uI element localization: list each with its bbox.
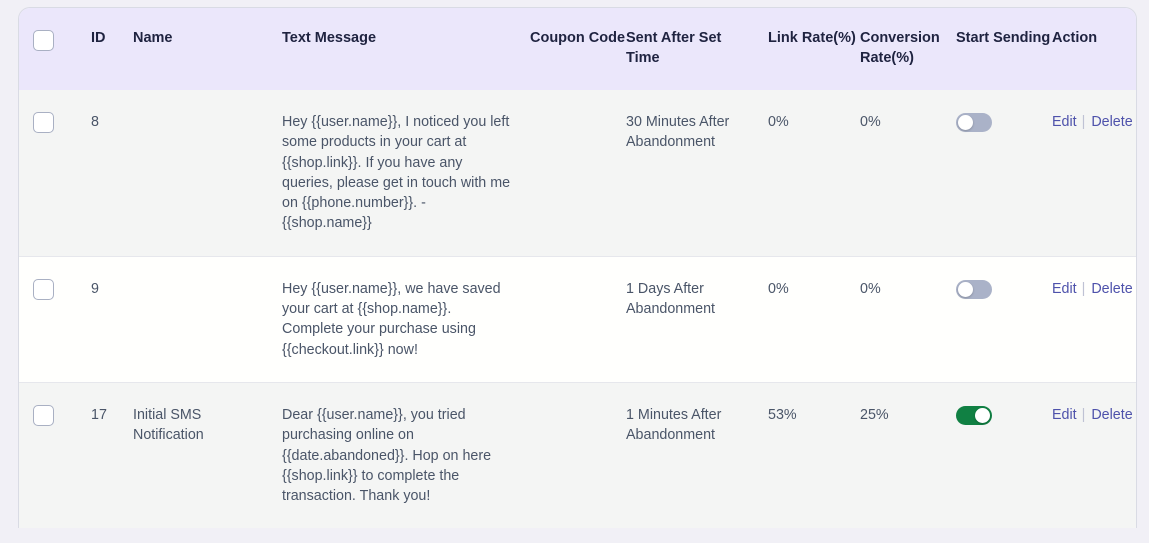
cell-action: Edit | Delete [1052, 255, 1136, 383]
cell-id: 8 [91, 90, 133, 257]
cell-id: 17 [91, 381, 133, 529]
column-header-link-rate: Link Rate(%) [768, 8, 860, 90]
toggle-knob [958, 114, 973, 130]
row-actions: Edit | Delete [1052, 281, 1133, 297]
start-sending-toggle[interactable] [956, 279, 992, 299]
cell-text-message: Hey {{user.name}}, I noticed you left so… [282, 90, 530, 257]
delete-link[interactable]: Delete [1091, 114, 1132, 130]
start-sending-toggle[interactable] [956, 405, 992, 425]
cell-sent-after-set-time-text: 1 Days After Abandonment [626, 280, 716, 318]
edit-link[interactable]: Edit [1052, 114, 1077, 130]
cell-start-sending [956, 90, 1052, 257]
sms-campaign-table: ID Name Text Message Coupon Code Sent Af… [19, 8, 1136, 529]
cell-id-text: 9 [91, 280, 99, 297]
cell-sent-after-set-time: 1 Days After Abandonment [626, 255, 768, 383]
cell-coupon-code [530, 255, 626, 383]
action-separator: | [1081, 406, 1086, 423]
column-header-coupon-code: Coupon Code [530, 8, 626, 90]
toggle-knob [975, 407, 990, 423]
row-actions: Edit | Delete [1052, 407, 1133, 423]
cell-text-message: Hey {{user.name}}, we have saved your ca… [282, 255, 530, 383]
cell-sent-after-set-time-text: 1 Minutes After Abandonment [626, 406, 722, 444]
cell-link-rate: 0% [768, 90, 860, 257]
cell-link-rate: 0% [768, 255, 860, 383]
column-header-id: ID [91, 8, 133, 90]
action-separator: | [1081, 280, 1086, 297]
cell-name-text: Initial SMS Notification [133, 406, 204, 444]
cell-name [133, 90, 282, 257]
cell-id-text: 8 [91, 114, 99, 130]
cell-sent-after-set-time: 1 Minutes After Abandonment [626, 381, 768, 529]
table-row: 9 Hey {{user.name}}, we have saved your c… [19, 255, 1136, 383]
cell-link-rate-text: 53% [768, 406, 797, 423]
cell-text-message-text: Hey {{user.name}}, I noticed you left so… [282, 114, 511, 232]
cell-text-message: Dear {{user.name}}, you tried purchasing… [282, 381, 530, 529]
action-separator: | [1081, 114, 1086, 130]
column-header-sent-after-set-time: Sent After Set Time [626, 8, 768, 90]
column-header-select-all [19, 8, 91, 90]
delete-link[interactable]: Delete [1091, 281, 1132, 297]
cell-link-rate-text: 0% [768, 280, 789, 297]
cell-sent-after-set-time-text: 30 Minutes After Abandonment [626, 114, 730, 151]
cell-link-rate: 53% [768, 381, 860, 529]
cell-action: Edit | Delete [1052, 90, 1136, 257]
row-select-checkbox[interactable] [33, 278, 54, 300]
select-all-checkbox[interactable] [33, 30, 54, 51]
cell-link-rate-text: 0% [768, 114, 789, 130]
column-header-text-message: Text Message [282, 8, 530, 90]
row-select-cell [19, 90, 91, 257]
cell-id-text: 17 [91, 406, 107, 423]
cell-conversion-rate: 0% [860, 90, 956, 257]
row-select-checkbox[interactable] [33, 112, 54, 133]
cell-conversion-rate: 25% [860, 381, 956, 529]
cell-coupon-code [530, 90, 626, 257]
column-header-start-sending: Start Sending [956, 8, 1052, 90]
cell-name [133, 255, 282, 383]
start-sending-toggle[interactable] [956, 112, 992, 132]
cell-id: 9 [91, 255, 133, 383]
cell-conversion-rate: 0% [860, 255, 956, 383]
cell-action: Edit | Delete [1052, 381, 1136, 529]
cell-conversion-rate-text: 0% [860, 114, 881, 130]
delete-link[interactable]: Delete [1091, 407, 1132, 423]
column-header-action: Action [1052, 8, 1136, 90]
cell-text-message-text: Hey {{user.name}}, we have saved your ca… [282, 280, 501, 358]
toggle-knob [958, 281, 973, 297]
cell-start-sending [956, 255, 1052, 383]
edit-link[interactable]: Edit [1052, 281, 1077, 297]
table-header-row: ID Name Text Message Coupon Code Sent Af… [19, 8, 1136, 90]
row-select-checkbox[interactable] [33, 404, 54, 426]
cell-sent-after-set-time: 30 Minutes After Abandonment [626, 90, 768, 257]
column-header-name: Name [133, 8, 282, 90]
table-body: 8 Hey {{user.name}}, I noticed you left s… [19, 90, 1136, 529]
table-row: 8 Hey {{user.name}}, I noticed you left s… [19, 90, 1136, 257]
cell-start-sending [956, 381, 1052, 529]
table-header: ID Name Text Message Coupon Code Sent Af… [19, 8, 1136, 90]
edit-link[interactable]: Edit [1052, 407, 1077, 423]
sms-campaign-table-card: ID Name Text Message Coupon Code Sent Af… [18, 7, 1137, 529]
table-row: 17 Initial SMS Notification Dear {{user.na… [19, 381, 1136, 529]
row-actions: Edit | Delete [1052, 114, 1133, 130]
cell-name: Initial SMS Notification [133, 381, 282, 529]
cell-coupon-code [530, 381, 626, 529]
cell-text-message-text: Dear {{user.name}}, you tried purchasing… [282, 406, 492, 505]
row-select-cell [19, 381, 91, 529]
cell-conversion-rate-text: 0% [860, 280, 881, 297]
column-header-conversion-rate: Conversion Rate(%) [860, 8, 956, 90]
row-select-cell [19, 255, 91, 383]
cell-conversion-rate-text: 25% [860, 406, 889, 423]
